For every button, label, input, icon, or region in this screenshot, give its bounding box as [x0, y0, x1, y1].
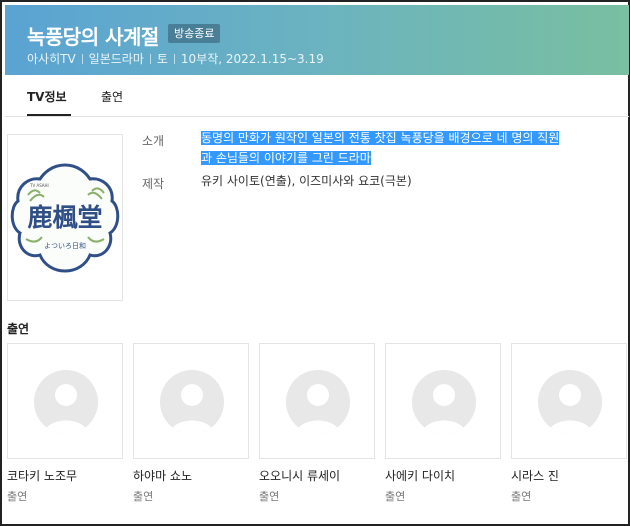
- program-header: 녹풍당의 사계절 방송종료 아사히TV 일본드라마 토 10부작, 2022.1.15…: [5, 5, 629, 75]
- intro-label: 소개: [142, 134, 165, 148]
- program-title[interactable]: 녹풍당의 사계절: [27, 21, 159, 50]
- cast-photo-placeholder[interactable]: [385, 343, 501, 459]
- cast-photo-placeholder[interactable]: [259, 343, 375, 459]
- cast-name[interactable]: 오오니시 류세이: [259, 467, 375, 484]
- meta-channel[interactable]: 아사히TV: [27, 52, 76, 66]
- avatar-icon: [538, 370, 602, 434]
- cast-photo-placeholder[interactable]: [133, 343, 249, 459]
- credits-value[interactable]: 유키 사이토(연출), 이즈미사와 요코(극본): [201, 171, 412, 191]
- cast-card[interactable]: 오오니시 류세이 출연: [259, 343, 375, 504]
- cast-card[interactable]: 하야마 쇼노 출연: [133, 343, 249, 504]
- cast-role: 출연: [511, 490, 532, 503]
- cast-name[interactable]: 시라스 진: [511, 467, 627, 484]
- meta-divider: [81, 54, 83, 64]
- poster-logo-image: 鹿楓堂 よついろ日和 TV ASAHI: [10, 163, 120, 273]
- cast-card[interactable]: 시라스 진 출연: [511, 343, 627, 504]
- poster-subtitle: よついろ日和: [44, 241, 86, 250]
- cast-card[interactable]: 사에키 다이치 출연: [385, 343, 501, 504]
- cast-section-title: 출연: [7, 322, 30, 336]
- avatar-icon: [160, 370, 224, 434]
- intro-line-2: 과 손님들의 이야기를 그린 드라마: [201, 151, 371, 165]
- avatar-icon: [286, 370, 350, 434]
- status-badge: 방송종료: [168, 24, 221, 43]
- tab-tv-info[interactable]: TV정보: [27, 88, 67, 105]
- cast-photo-placeholder[interactable]: [7, 343, 123, 459]
- meta-episodes: 10부작, 2022.1.15~3.19: [180, 52, 324, 66]
- cast-role: 출연: [7, 490, 28, 503]
- tab-bar: TV정보 출연: [5, 75, 629, 117]
- poster-channel-mark: TV ASAHI: [29, 183, 49, 188]
- intro-text: 동명의 만화가 원작인 일본의 전통 찻집 녹풍당을 배경으로 네 명의 직원 …: [201, 128, 603, 168]
- active-tab-indicator: [27, 114, 71, 116]
- avatar-icon: [34, 370, 98, 434]
- cast-name[interactable]: 코타키 노조무: [7, 467, 123, 484]
- window-frame: 녹풍당의 사계절 방송종료 아사히TV 일본드라마 토 10부작, 2022.1.15…: [0, 0, 630, 526]
- meta-divider: [173, 54, 175, 64]
- credits-label: 제작: [142, 177, 165, 191]
- cast-role: 출연: [259, 490, 280, 503]
- meta-divider: [149, 54, 151, 64]
- tab-cast[interactable]: 출연: [101, 88, 123, 105]
- avatar-icon: [412, 370, 476, 434]
- intro-line-1: 동명의 만화가 원작인 일본의 전통 찻집 녹풍당을 배경으로 네 명의 직원: [201, 131, 560, 145]
- cast-name[interactable]: 사에키 다이치: [385, 467, 501, 484]
- program-poster[interactable]: 鹿楓堂 よついろ日和 TV ASAHI: [7, 134, 123, 301]
- meta-genre[interactable]: 일본드라마: [89, 52, 144, 66]
- cast-role: 출연: [385, 490, 406, 503]
- cast-photo-placeholder[interactable]: [511, 343, 627, 459]
- program-meta: 아사히TV 일본드라마 토 10부작, 2022.1.15~3.19: [27, 50, 324, 67]
- cast-role: 출연: [133, 490, 154, 503]
- cast-card[interactable]: 코타키 노조무 출연: [7, 343, 123, 504]
- cast-name[interactable]: 하야마 쇼노: [133, 467, 249, 484]
- poster-logo-text: 鹿楓堂: [27, 203, 102, 232]
- meta-day: 토: [156, 52, 168, 66]
